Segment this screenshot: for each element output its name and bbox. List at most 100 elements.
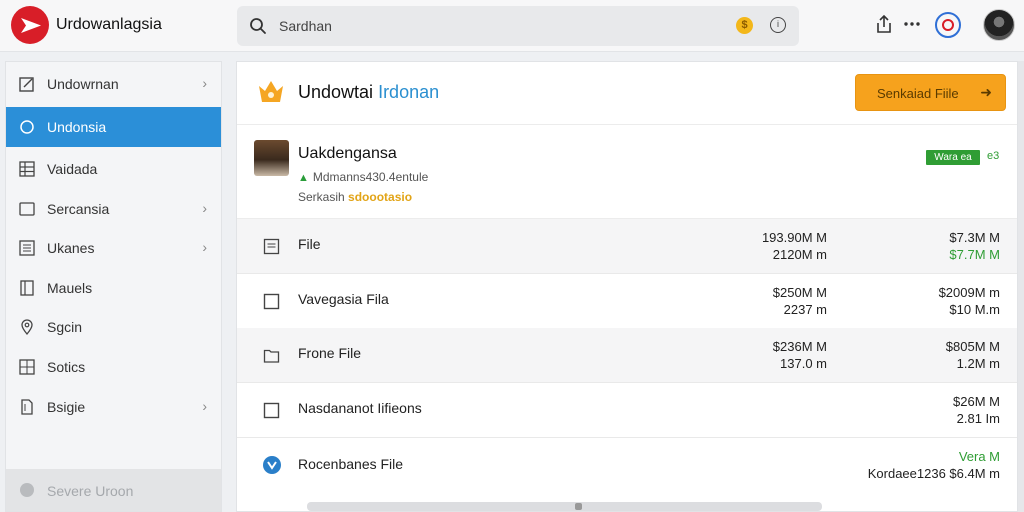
circle-icon [20, 120, 34, 134]
sidebar-item-sgcin[interactable]: Sgcin [6, 307, 221, 347]
sidebar-item-label: Mauels [47, 280, 93, 296]
row-value-secondary: $26M M 2.81 Im [953, 393, 1000, 427]
account-switcher-icon[interactable] [935, 12, 961, 38]
more-icon[interactable] [904, 22, 920, 26]
row-value-secondary: $2009M m $10 M.m [939, 284, 1000, 318]
app-title: Urdowanlagsia [56, 16, 162, 33]
square-icon [19, 202, 35, 216]
main-header: Undowtai Irdonan Senkaiad Fiile ➜ [237, 62, 1017, 125]
search-bar[interactable]: $ i [237, 6, 799, 46]
sidebar-item-undonsia[interactable]: Undonsia [6, 107, 221, 147]
user-avatar[interactable] [983, 9, 1015, 41]
sidebar-item-label: Ukanes [47, 240, 95, 256]
profile-thumbnail [254, 140, 289, 176]
search-input[interactable] [279, 16, 719, 36]
sidebar-item-mauels[interactable]: Mauels [6, 268, 221, 308]
trend-up-icon: ▲ [298, 172, 309, 184]
sidebar-item-sotics[interactable]: Sotics [6, 347, 221, 387]
sidebar-item-vaidada[interactable]: Vaidada [6, 149, 221, 189]
profile-meta-highlight: sdoootasio [348, 190, 413, 204]
location-icon [21, 319, 33, 335]
status-dot-icon [20, 483, 34, 497]
scrollbar-thumb[interactable] [575, 503, 582, 510]
row-value-primary-top: 193.90M M [761, 230, 827, 245]
profile-meta: Serkasih sdoootasio [298, 190, 412, 204]
table-row[interactable]: Vavegasia Fila $250M M 2237 m $2009M m $10… [237, 274, 1017, 329]
profile-meta-label: Serkasih [298, 190, 345, 204]
info-icon[interactable]: i [770, 17, 786, 33]
table-row[interactable]: Nasdananot Iifieons $26M M 2.81 Im [237, 383, 1017, 438]
profile-subtitle: ▲ Mdmanns430.4entule [298, 170, 428, 184]
row-value-secondary-bottom: Kordaee1236 $6.4M m [867, 466, 1000, 481]
app-logo[interactable] [11, 6, 49, 44]
primary-file-button[interactable]: Senkaiad Fiile ➜ [855, 74, 1006, 111]
chevron-right-icon: › [202, 200, 207, 216]
sidebar-footer-item[interactable]: Severe Uroon [6, 469, 221, 511]
table-row[interactable]: Frone File $236M M 137.0 m $805M M 1.2M m [237, 328, 1017, 383]
status-badge: Wara ea [926, 150, 980, 165]
row-value-primary-bottom: 2237 m [783, 302, 827, 317]
row-value-primary-bottom: 137.0 m [780, 356, 827, 371]
row-value-secondary-top: $805M M [945, 339, 1000, 354]
coin-icon[interactable]: $ [736, 17, 753, 34]
sidebar-item-undowrnan[interactable]: Undowrnan › [6, 64, 221, 104]
chevron-right-icon: › [202, 75, 207, 91]
horizontal-scrollbar[interactable] [307, 502, 822, 511]
profile-name: Uakdengansa [298, 145, 397, 162]
row-value-secondary-top: $7.3M M [949, 230, 1000, 245]
row-value-secondary: Vera M Kordaee1236 $6.4M m [868, 448, 1000, 482]
sidebar-item-label: Vaidada [47, 161, 98, 177]
square-icon [263, 293, 280, 310]
document-icon [21, 399, 33, 415]
book-icon [20, 280, 34, 296]
sidebar-item-label: Sgcin [47, 319, 83, 335]
profile-subtitle-text: Mdmanns430.4entule [312, 170, 429, 184]
top-bar: Urdowanlagsia $ i [0, 0, 1024, 52]
file-name: Frone File [298, 345, 362, 361]
folder-icon [263, 349, 280, 363]
row-value-secondary-bottom: $10 M.m [949, 302, 1000, 317]
list-icon [19, 240, 35, 256]
file-name: Vavegasia Fila [298, 291, 389, 307]
chevron-right-icon: › [202, 398, 207, 414]
vertical-scrollbar[interactable] [1018, 61, 1024, 512]
sidebar-item-label: Undonsia [47, 119, 107, 135]
page-title: Undowtai Irdonan [298, 82, 439, 103]
share-icon[interactable] [875, 14, 893, 34]
row-value-secondary-bottom: 1.2M m [956, 356, 1000, 371]
row-value-primary-top: $250M M [772, 285, 827, 300]
row-value-primary-bottom: 2120M m [772, 247, 827, 262]
file-icon [263, 238, 280, 255]
row-value-secondary: $805M M 1.2M m [946, 338, 1000, 372]
profile-card[interactable]: Uakdengansa ▲ Mdmanns430.4entule Serkasih… [237, 126, 1017, 219]
row-value-primary: $236M M 137.0 m [773, 338, 827, 372]
file-name: Nasdananot Iifieons [298, 400, 422, 416]
sidebar-item-sercansia[interactable]: Sercansia › [6, 189, 221, 229]
row-value-primary-top: $236M M [772, 339, 827, 354]
table-row[interactable]: File 193.90M M 2120M m $7.3M M $7.7M M [237, 219, 1017, 274]
sidebar-item-label: Sotics [47, 359, 86, 375]
play-icon [21, 18, 41, 33]
file-name: File [298, 236, 321, 252]
sidebar: Undowrnan › Undonsia Vaidada Sercansia ›… [5, 61, 222, 512]
edit-icon [19, 77, 34, 92]
sidebar-item-label: Undowrnan [47, 76, 119, 92]
main-panel: Undowtai Irdonan Senkaiad Fiile ➜ Uakden… [236, 61, 1018, 512]
search-icon[interactable] [249, 17, 267, 35]
row-value-secondary-top: Vera M [958, 449, 1000, 464]
sidebar-footer-label: Severe Uroon [47, 483, 134, 499]
row-value-secondary: $7.3M M $7.7M M [949, 229, 1000, 263]
row-value-secondary-top: $2009M m [938, 285, 1000, 300]
sidebar-item-bsigie[interactable]: Bsigie › [6, 387, 221, 427]
grid-icon [19, 359, 35, 375]
row-value-secondary-bottom: $7.7M M [949, 247, 1000, 262]
row-value-primary: 193.90M M 2120M m [762, 229, 827, 263]
arrow-icon: ➜ [980, 84, 992, 100]
chevron-right-icon: › [202, 239, 207, 255]
table-row[interactable]: Rocenbanes File Vera M Kordaee1236 $6.4M … [237, 438, 1017, 493]
page-title-accent: Irdonan [378, 82, 440, 102]
square-icon [263, 402, 280, 419]
status-badge-count: e3 [987, 150, 1000, 162]
crown-icon [259, 81, 283, 102]
sidebar-item-ukanes[interactable]: Ukanes › [6, 228, 221, 268]
